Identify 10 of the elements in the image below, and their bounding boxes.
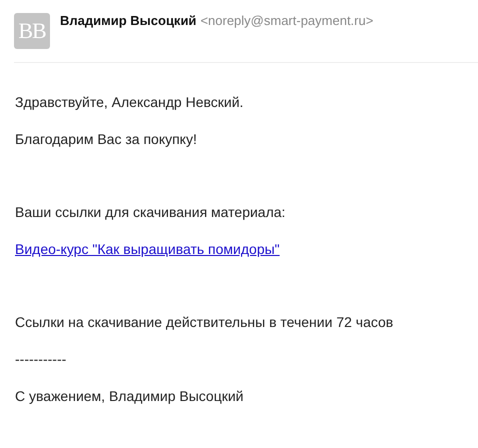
message-text: Здравствуйте, Александр Невский. xyxy=(15,93,244,111)
message-text: Ссылки на скачивание действительны в течении 72 часов xyxy=(15,313,394,331)
message-text: ----------- xyxy=(15,350,68,368)
sender-email: <noreply@smart-payment.ru> xyxy=(200,13,374,28)
download-link[interactable]: Видео-курс "Как выращивать помидоры" xyxy=(15,241,280,257)
message-text: С уважением, Владимир Высоцкий xyxy=(15,387,244,405)
sender-name: Владимир Высоцкий xyxy=(60,13,196,28)
message-text: Благодарим Вас за покупку! xyxy=(15,130,198,148)
message-text: Ваши ссылки для скачивания материала: xyxy=(15,203,286,221)
avatar-initials: ВВ xyxy=(14,13,50,49)
